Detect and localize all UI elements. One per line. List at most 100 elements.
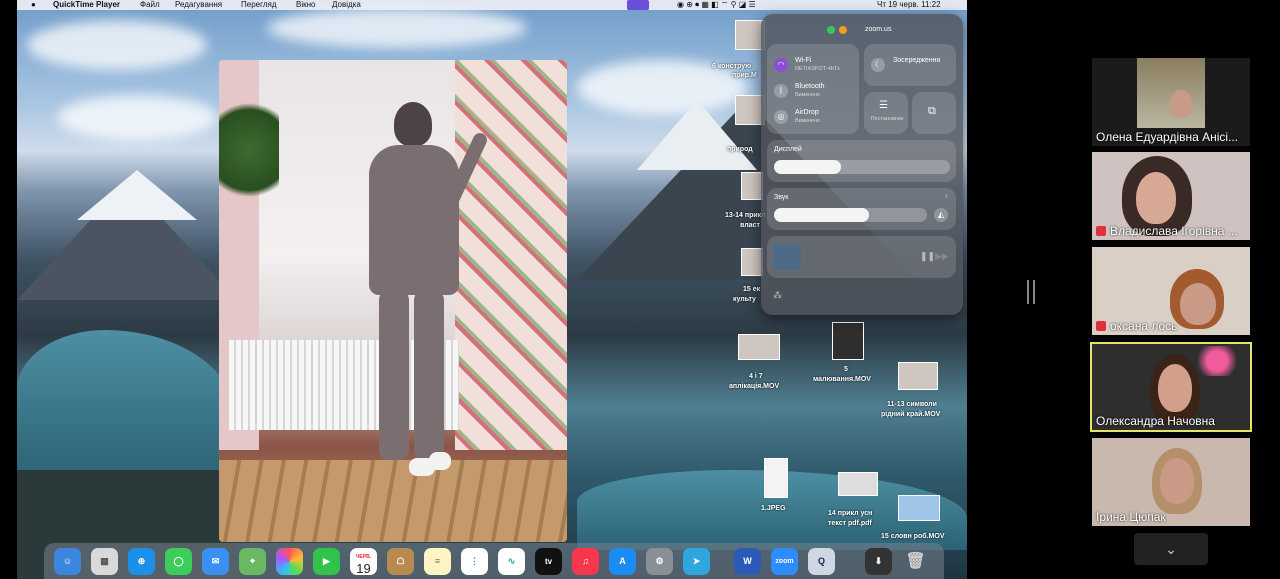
mail-icon[interactable]: ✉ (202, 548, 229, 575)
file-label[interactable]: 15 ек (743, 286, 760, 293)
participant-tile-active-speaker[interactable]: Олександра Начовна (1090, 342, 1252, 432)
wifi-icon[interactable]: ◠ (774, 58, 788, 72)
file-label[interactable]: власт (740, 222, 760, 229)
airdrop-label[interactable]: AirDrop (795, 109, 819, 116)
zoom-icon[interactable]: zoom (771, 548, 798, 575)
file-label[interactable]: 15 словн роб.MOV (881, 533, 945, 540)
panel-resize-handle[interactable] (1027, 280, 1035, 304)
menu-view[interactable]: Перегляд (241, 0, 277, 10)
menu-clock: Чт 19 черв. 11:22 (877, 0, 941, 9)
tv-icon[interactable]: tv (535, 548, 562, 575)
file-label[interactable]: 14 прикл усн (828, 510, 872, 517)
participant-face (1180, 283, 1216, 325)
word-icon[interactable]: W (734, 548, 761, 575)
quicktime-app-icon (773, 244, 801, 270)
file-label[interactable]: культу (733, 296, 756, 303)
participant-tile[interactable]: оксана лось (1092, 247, 1250, 335)
facetime-icon[interactable]: ▶ (313, 548, 340, 575)
participant-video (1137, 58, 1205, 128)
file-label[interactable]: природ (727, 146, 753, 153)
file-thumbnail[interactable] (741, 172, 763, 200)
freeform-icon[interactable]: ∿ (498, 548, 525, 575)
participant-name: Олена Едуардівна Анісі... (1096, 130, 1239, 144)
system-settings-icon[interactable]: ⚙ (646, 548, 673, 575)
wifi-network: NETIASPOT-4bTx (795, 66, 840, 72)
file-label[interactable]: 6 конструю (712, 63, 751, 70)
file-thumbnail[interactable] (838, 472, 878, 496)
pause-icon[interactable]: ❚❚ (920, 251, 935, 262)
file-label[interactable]: аплікація.MOV (729, 383, 779, 390)
airdrop-status: Вимкнено (795, 118, 821, 124)
participant-tile[interactable]: Владислава Ігорівна ... (1092, 152, 1250, 240)
contacts-icon[interactable]: ☖ (387, 548, 414, 575)
music-icon[interactable]: ♫ (572, 548, 599, 575)
finder-icon[interactable]: ☺ (54, 548, 81, 575)
file-label[interactable]: малювання.MOV (813, 376, 871, 383)
bluetooth-icon[interactable]: ᛒ (774, 84, 788, 98)
menu-window[interactable]: Вікно (296, 0, 315, 10)
maps-icon[interactable]: ⌖ (239, 548, 266, 575)
reminders-icon[interactable]: ⋮ (461, 548, 488, 575)
file-label[interactable]: 4 і 7 (749, 373, 763, 380)
file-label[interactable]: текст pdf.pdf (828, 520, 872, 527)
cloud (267, 8, 527, 48)
person-head (394, 102, 432, 146)
screen-mirroring-icon: ⧉ (928, 105, 936, 117)
calendar-icon[interactable]: ЧЕРВ. 19 (350, 548, 377, 575)
mic-in-use-icon (839, 26, 847, 34)
telegram-icon[interactable]: ➤ (683, 548, 710, 575)
file-label[interactable]: прир.M (732, 72, 757, 79)
quicktime-video-window[interactable] (219, 60, 567, 542)
file-label[interactable]: 13-14 прикл (725, 212, 766, 219)
file-thumbnail[interactable] (832, 322, 864, 360)
cloud (27, 20, 207, 70)
safari-icon[interactable]: ⊕ (128, 548, 155, 575)
focus-label[interactable]: Зосередження (893, 57, 953, 64)
cc-app-title: zoom.us (865, 26, 892, 33)
stage-manager-tile[interactable] (864, 92, 908, 134)
menu-bar: ● QuickTime Player Файл Редагування Пере… (17, 0, 967, 10)
participant-tile[interactable]: Олена Едуардівна Анісі... (1092, 58, 1250, 146)
bluetooth-label[interactable]: Bluetooth (795, 83, 825, 90)
photos-icon[interactable] (276, 548, 303, 575)
sound-volume-slider[interactable] (774, 208, 927, 222)
trash-icon[interactable]: 🗑 (902, 548, 929, 575)
menu-file[interactable]: Файл (140, 0, 160, 10)
app-store-icon[interactable]: A (609, 548, 636, 575)
file-thumbnail[interactable] (898, 495, 940, 521)
participant-tile[interactable]: Ірина Цюпак (1092, 438, 1250, 526)
forward-icon[interactable]: ▶▶ (935, 251, 949, 262)
screen-share-icon[interactable] (627, 0, 649, 10)
dock: ☺ ▦ ⊕ ◯ ✉ ⌖ ▶ ЧЕРВ. 19 ☖ ≡ ⋮ ∿ tv ♫ A ⚙ … (44, 543, 944, 579)
launchpad-icon[interactable]: ▦ (91, 548, 118, 575)
file-thumbnail[interactable] (738, 334, 780, 360)
menu-edit[interactable]: Редагування (175, 0, 222, 10)
person-leg (414, 290, 444, 460)
notes-icon[interactable]: ≡ (424, 548, 451, 575)
wifi-label[interactable]: Wi-Fi (795, 57, 811, 64)
apple-icon[interactable]: ● (31, 0, 36, 10)
file-label[interactable]: 1.JPEG (761, 505, 786, 512)
messages-icon[interactable]: ◯ (165, 548, 192, 575)
stage-manager-icon: ☰ (879, 100, 888, 111)
file-thumbnail[interactable] (741, 248, 763, 276)
chevron-right-icon[interactable]: › (945, 191, 948, 200)
menu-help[interactable]: Довідка (332, 0, 361, 10)
status-icons: ◉ ⊕ ⏺ ▦ ◧ ⌔ ⚲ ◪ ☰ (677, 0, 756, 9)
chevron-down-icon[interactable]: ⌄ (1134, 533, 1208, 565)
stage-manager-label: Постановник (870, 116, 904, 122)
file-label[interactable]: 5 (844, 366, 848, 373)
quicktime-icon[interactable]: Q (808, 548, 835, 575)
airdrop-icon[interactable]: ◎ (774, 110, 788, 124)
display-brightness-slider[interactable] (774, 160, 950, 174)
file-thumbnail[interactable] (898, 362, 938, 390)
airplay-audio-icon[interactable]: ◭ (934, 208, 948, 222)
file-thumbnail[interactable] (764, 458, 788, 498)
file-label[interactable]: 11-13 символи (887, 401, 937, 408)
plant (219, 90, 279, 210)
file-label[interactable]: рідний край.MOV (881, 411, 940, 418)
display-label: Дисплей (774, 146, 802, 153)
downloads-stack-icon[interactable]: ⬇ (865, 548, 892, 575)
muted-mic-icon (1096, 226, 1106, 236)
menu-app-name[interactable]: QuickTime Player (53, 0, 120, 10)
